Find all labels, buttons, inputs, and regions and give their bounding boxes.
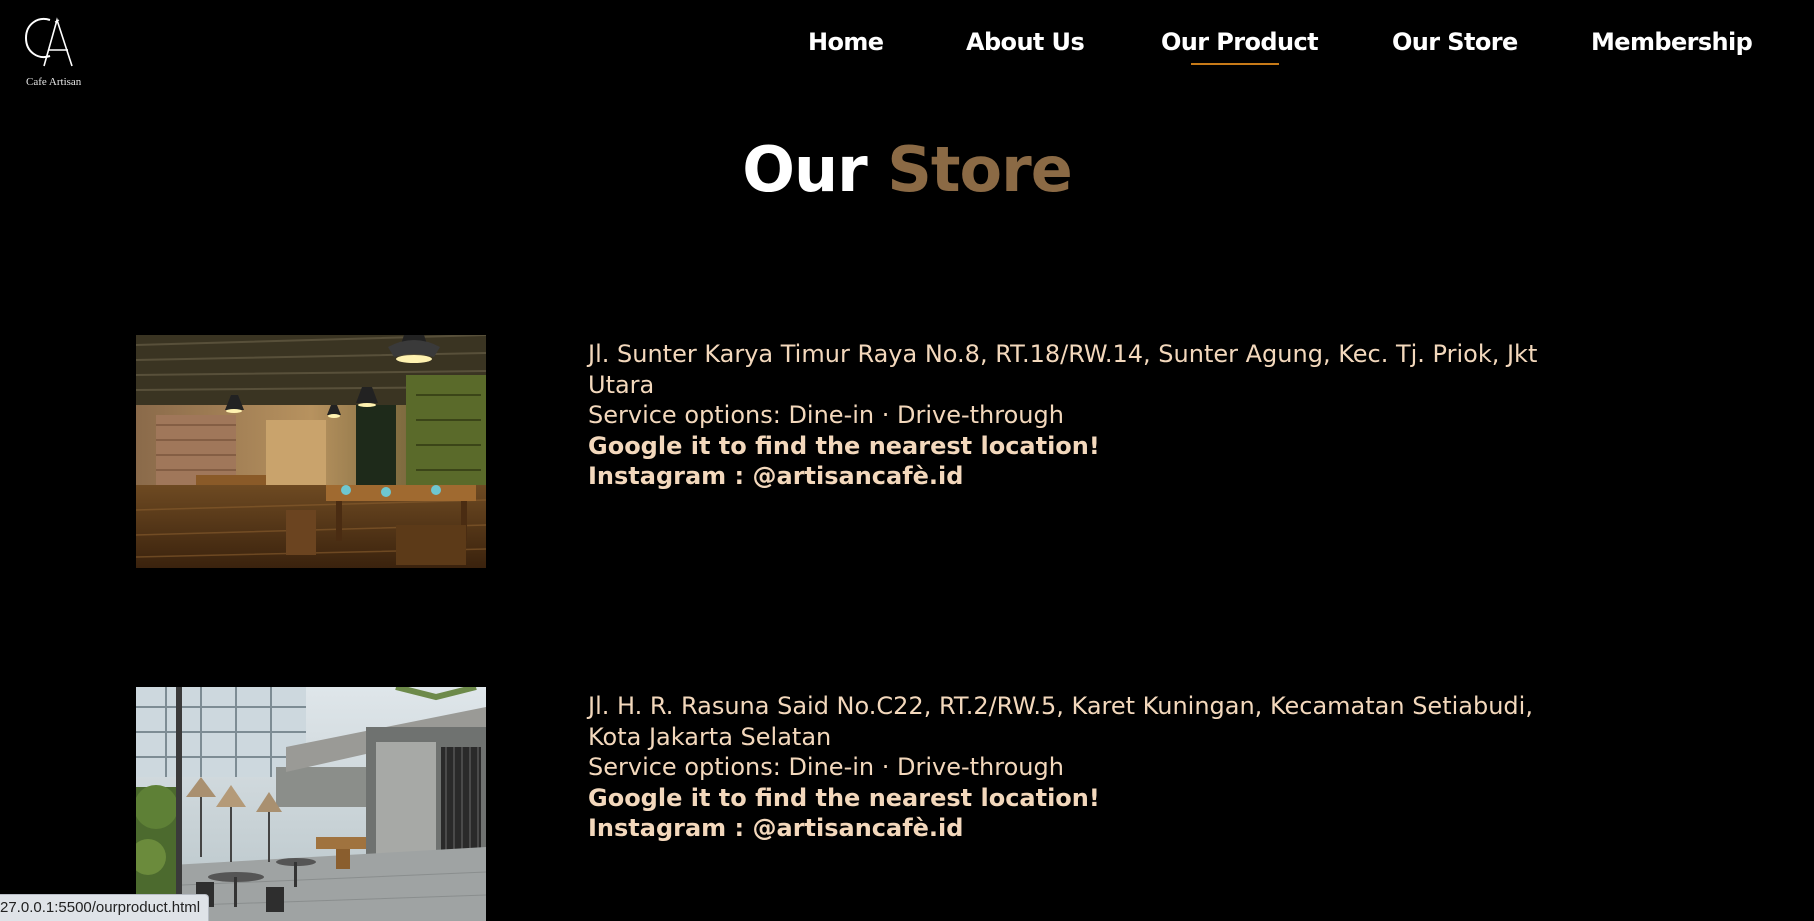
outdoor-terrace-photo: [136, 687, 486, 921]
store-cta: Google it to find the nearest location!: [588, 431, 1100, 460]
restaurant-interior-photo: [136, 335, 486, 568]
store-entry: Jl. Sunter Karya Timur Raya No.8, RT.18/…: [0, 335, 1814, 575]
store-address: Jl. Sunter Karya Timur Raya No.8, RT.18/…: [588, 340, 1538, 399]
browser-status-url: 27.0.0.1:5500/ourproduct.html: [0, 894, 210, 921]
nav-active-underline: [1191, 63, 1279, 65]
store-instagram: Instagram : @artisancafè.id: [588, 814, 964, 842]
store-address: Jl. H. R. Rasuna Said No.C22, RT.2/RW.5,…: [588, 692, 1533, 751]
store-service-options: Service options: Dine-in · Drive-through: [588, 401, 1064, 429]
store-info: Jl. Sunter Karya Timur Raya No.8, RT.18/…: [588, 339, 1538, 492]
store-cta: Google it to find the nearest location!: [588, 783, 1100, 812]
main-nav: Home About Us Our Product Our Store Memb…: [0, 28, 1814, 68]
page-title-word-store: Store: [887, 133, 1073, 206]
nav-our-product[interactable]: Our Product: [1161, 28, 1319, 56]
logo-text: Cafe Artisan: [26, 76, 82, 88]
nav-home[interactable]: Home: [808, 28, 884, 56]
page-title: Our Store: [0, 133, 1814, 206]
page-title-word-our: Our: [742, 133, 867, 206]
store-service-options: Service options: Dine-in · Drive-through: [588, 753, 1064, 781]
store-info: Jl. H. R. Rasuna Said No.C22, RT.2/RW.5,…: [588, 691, 1538, 844]
store-instagram: Instagram : @artisancafè.id: [588, 462, 964, 490]
store-entry: Jl. H. R. Rasuna Said No.C22, RT.2/RW.5,…: [0, 687, 1814, 921]
nav-membership[interactable]: Membership: [1591, 28, 1753, 56]
nav-about-us[interactable]: About Us: [966, 28, 1085, 56]
